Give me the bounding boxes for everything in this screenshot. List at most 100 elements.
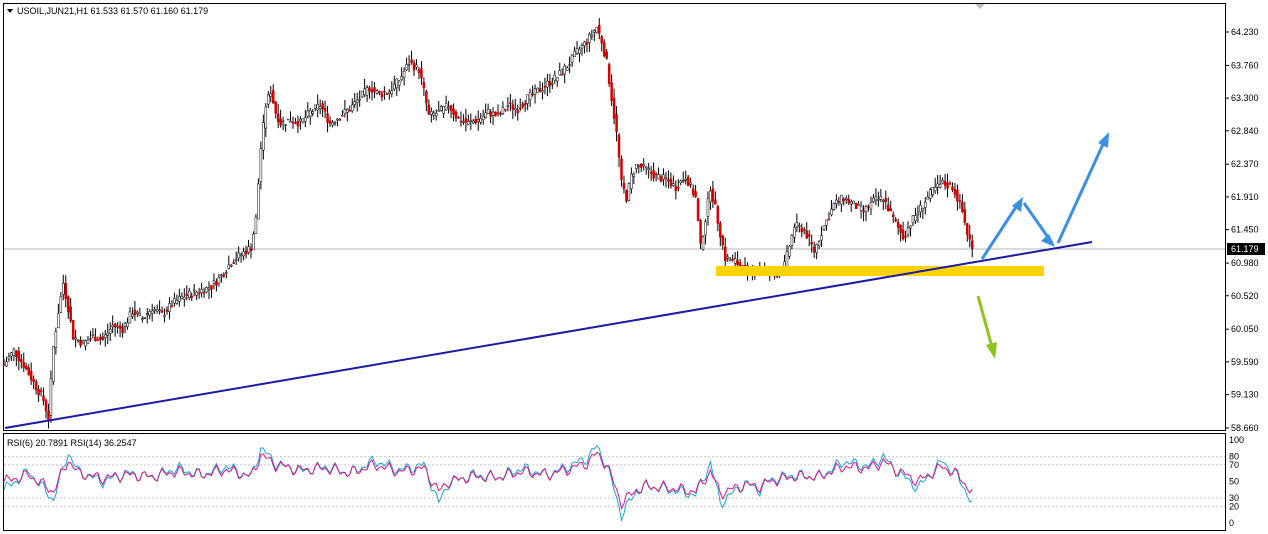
- candle-body: [620, 158, 623, 180]
- candle-body: [970, 240, 974, 250]
- candle-body: [81, 340, 85, 344]
- candle-body: [220, 274, 223, 277]
- candle-body: [845, 198, 848, 200]
- candle-body: [642, 164, 645, 167]
- candle-body: [938, 184, 942, 188]
- candle-body: [328, 120, 332, 124]
- candle-body: [138, 313, 142, 316]
- candle-body: [654, 173, 658, 176]
- candle-body: [733, 258, 737, 264]
- candle-body: [565, 67, 569, 72]
- candle-body: [953, 189, 957, 195]
- candle-body: [859, 205, 863, 212]
- candle-body: [252, 233, 255, 251]
- candle-body: [427, 104, 431, 115]
- candle-body: [911, 215, 915, 223]
- candle-body: [343, 109, 347, 114]
- rsi-tick-label: 20: [1229, 501, 1239, 511]
- candle-body: [22, 362, 26, 368]
- candle-body: [316, 103, 319, 111]
- candle-body: [689, 182, 692, 185]
- candle-body: [931, 186, 934, 195]
- candle-body: [815, 244, 818, 253]
- candle-body: [719, 223, 722, 238]
- candle-body: [20, 359, 23, 363]
- candle-body: [333, 122, 337, 124]
- candle-body: [311, 111, 314, 114]
- candle-body: [454, 111, 458, 119]
- candle-body: [400, 76, 403, 80]
- candle-body: [378, 90, 381, 94]
- y-tick-label: 61.450: [1231, 225, 1259, 235]
- main-pane-frame: [3, 3, 1226, 431]
- candle-body: [365, 87, 369, 96]
- candle-body: [607, 64, 611, 84]
- candle-body: [684, 179, 687, 181]
- candle-body: [518, 107, 522, 110]
- candle-body: [506, 105, 510, 107]
- candle-body: [968, 234, 972, 240]
- candle-body: [143, 317, 147, 319]
- candle-body: [652, 170, 655, 179]
- candle-body: [682, 180, 685, 182]
- candle-body: [723, 246, 727, 261]
- candle-body: [383, 91, 386, 93]
- candle-body: [439, 106, 443, 111]
- rsi-pane-frame: [3, 433, 1226, 531]
- candle-body: [49, 378, 53, 416]
- candle-body: [849, 201, 853, 205]
- candle-body: [533, 88, 537, 95]
- support-zone[interactable]: [716, 266, 1044, 276]
- candle-body: [583, 41, 586, 46]
- candle-body: [919, 204, 922, 213]
- candle-body: [420, 68, 423, 79]
- candle-body: [635, 163, 638, 169]
- candle-body: [728, 259, 732, 262]
- candle-body: [323, 107, 327, 112]
- price-axis: 64.230 63.760 63.300 62.840 62.370 61.910 61.4…: [1225, 27, 1259, 433]
- candle-body: [39, 390, 43, 393]
- price-chart[interactable]: USOIL,JUN21,H1 61.533 61.570 61.160 61.1…: [0, 0, 1268, 534]
- candle-body: [827, 218, 831, 221]
- candle-body: [373, 87, 376, 92]
- candle-body: [615, 114, 618, 133]
- candle-body: [568, 64, 571, 66]
- candle-body: [155, 309, 159, 312]
- candle-body: [10, 352, 13, 357]
- candle-body: [867, 206, 870, 208]
- candle-body: [435, 113, 438, 117]
- candle-body: [247, 246, 250, 253]
- candle-body: [309, 110, 312, 118]
- candle-body: [331, 122, 334, 126]
- candle-body: [558, 70, 561, 76]
- candle-body: [578, 48, 581, 54]
- y-tick-label: 63.760: [1231, 60, 1259, 70]
- candle-body: [341, 115, 344, 117]
- candle-body: [2, 364, 6, 366]
- candle-body: [66, 296, 70, 313]
- candle-body: [407, 64, 411, 66]
- candle-body: [318, 106, 322, 109]
- candle-body: [491, 111, 495, 116]
- candle-body: [276, 113, 280, 123]
- candle-body: [94, 336, 97, 342]
- candle-body: [136, 311, 139, 315]
- candle-body: [516, 110, 520, 114]
- candle-body: [499, 113, 502, 115]
- candle-body: [232, 262, 235, 264]
- candle-body: [810, 242, 813, 245]
- candle-body: [207, 287, 211, 290]
- candle-body: [118, 325, 122, 329]
- candle-body: [388, 91, 391, 94]
- candle-body: [894, 219, 897, 222]
- candle-body: [686, 176, 690, 187]
- candle-body: [906, 227, 910, 236]
- candle-body: [625, 190, 628, 202]
- candle-body: [486, 109, 490, 114]
- candle-body: [667, 179, 670, 182]
- candle-body: [825, 219, 828, 226]
- candle-body: [89, 338, 92, 340]
- candle-body: [696, 198, 700, 221]
- candle-body: [921, 208, 925, 211]
- candle-body: [390, 90, 394, 95]
